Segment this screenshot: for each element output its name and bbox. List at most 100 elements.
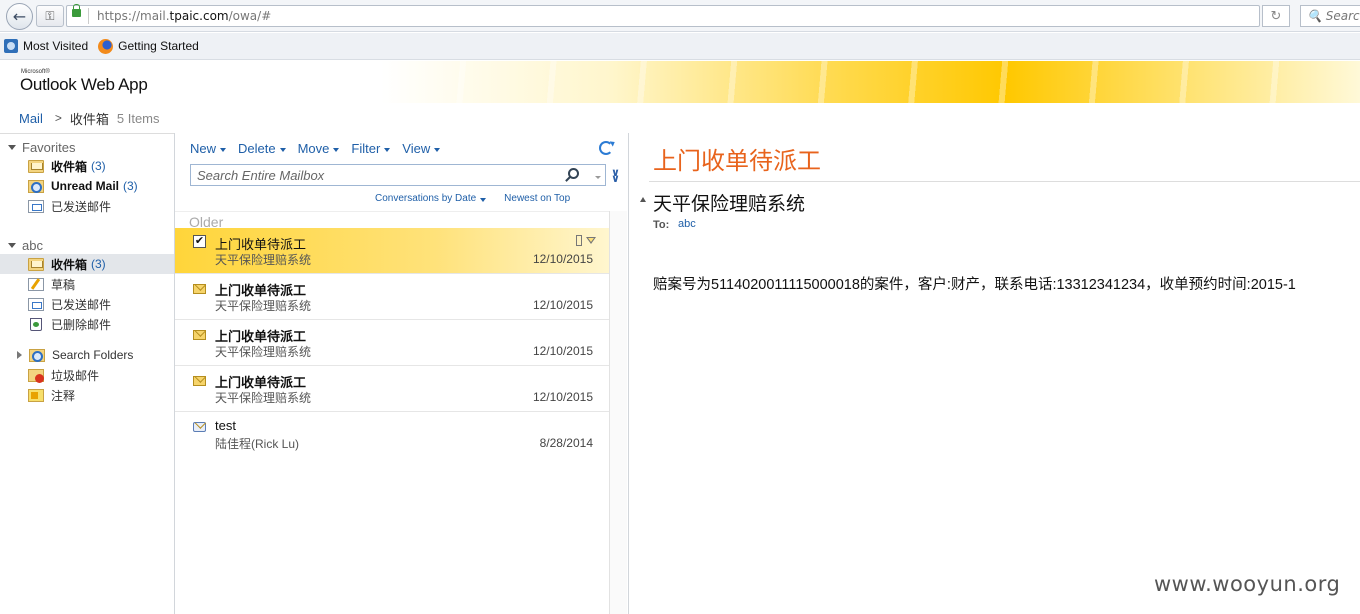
search-icon[interactable]	[568, 168, 579, 179]
message-list: Older ✔ 上门收单待派工 天平保险理赔系统 12/10/2015 上门收单…	[175, 211, 609, 614]
filter-button[interactable]: Filter	[351, 141, 391, 156]
favorite-sent[interactable]: 已发送邮件	[0, 196, 174, 216]
message-subject: test	[215, 418, 236, 433]
caret-down-icon	[480, 197, 487, 202]
move-button[interactable]: Move	[298, 141, 340, 156]
bookmark-most-visited[interactable]: Most Visited	[4, 39, 88, 53]
view-button[interactable]: View	[402, 141, 441, 156]
message-date: 8/28/2014	[539, 436, 593, 450]
unread-envelope-icon	[193, 330, 206, 340]
unread-envelope-icon	[193, 284, 206, 294]
sent-icon	[28, 199, 44, 213]
folder-notes[interactable]: 注释	[0, 385, 174, 405]
sort-bar: Conversations by Date Newest on Top	[375, 193, 582, 204]
list-scrollbar[interactable]	[609, 211, 627, 614]
folder-drafts[interactable]: 草稿	[0, 274, 174, 294]
expand-icon[interactable]	[17, 351, 22, 359]
message-date: 12/10/2015	[532, 344, 593, 358]
message-row[interactable]: 上门收单待派工 天平保险理赔系统 12/10/2015	[175, 366, 609, 412]
bookmarks-toolbar: Most Visited Getting Started	[0, 33, 1360, 60]
bookmark-getting-started[interactable]: Getting Started	[98, 38, 199, 54]
breadcrumb-folder: 收件箱	[69, 111, 109, 127]
url-text: https://mail.tpaic.com/owa/#	[97, 9, 272, 23]
collapse-header-icon[interactable]	[640, 197, 646, 202]
inbox-icon	[28, 257, 44, 271]
browser-search-input[interactable]: 🔍 Search	[1300, 5, 1360, 27]
address-bar[interactable]: https://mail.tpaic.com/owa/#	[66, 5, 1260, 27]
message-row[interactable]: ✔ 上门收单待派工 天平保险理赔系统 12/10/2015	[175, 228, 609, 274]
search-folder-icon	[29, 348, 45, 362]
checkbox-checked-icon[interactable]: ✔	[193, 235, 206, 248]
message-sender: 天平保险理赔系统	[215, 253, 312, 267]
url-separator	[88, 8, 89, 24]
other-folders: Search Folders 垃圾邮件 注释	[0, 345, 174, 405]
to-recipient[interactable]: abc	[678, 218, 696, 230]
message-from[interactable]: 天平保险理赔系统	[653, 189, 805, 216]
flag-icon[interactable]	[586, 237, 596, 244]
app-title: Outlook Web App	[20, 75, 148, 94]
refresh-icon[interactable]	[599, 141, 613, 155]
search-folder-icon	[28, 179, 44, 193]
new-button[interactable]: New	[190, 141, 227, 156]
account-header[interactable]: abc	[0, 236, 174, 254]
key-icon[interactable]: ⚿	[36, 5, 64, 27]
read-envelope-icon	[193, 422, 206, 432]
message-sender: 天平保险理赔系统	[215, 391, 312, 405]
sent-icon	[28, 297, 44, 311]
reload-icon[interactable]: ↻	[1262, 5, 1290, 27]
caret-down-icon	[384, 147, 391, 152]
sort-by-button[interactable]: Conversations by Date	[375, 193, 487, 204]
firefox-icon	[98, 38, 114, 54]
inbox-icon	[28, 159, 44, 173]
lock-icon	[72, 4, 81, 17]
folder-pane: Favorites 收件箱 (3) Unread Mail (3) 已发送邮件 ab…	[0, 133, 174, 614]
list-toolbar: New Delete Move Filter View	[190, 141, 452, 156]
message-row[interactable]: test 陆佳程(Rick Lu) 8/28/2014	[175, 412, 609, 458]
folder-inbox[interactable]: 收件箱 (3)	[0, 254, 174, 274]
trash-icon	[30, 317, 42, 331]
bookmark-icon	[4, 39, 18, 53]
message-title: 上门收单待派工	[653, 148, 821, 175]
notes-icon	[28, 388, 44, 402]
unread-envelope-icon	[193, 376, 206, 386]
chevron-right-icon: >	[54, 111, 62, 125]
message-row[interactable]: 上门收单待派工 天平保险理赔系统 12/10/2015	[175, 320, 609, 366]
category-icon[interactable]	[576, 235, 582, 246]
breadcrumb: Mail > 收件箱 5 Items	[0, 103, 1360, 133]
account-section: abc 收件箱 (3) 草稿 已发送邮件 已删除邮件	[0, 236, 174, 334]
favorite-unread-mail[interactable]: Unread Mail (3)	[0, 176, 174, 196]
back-arrow-icon[interactable]: ←	[6, 3, 33, 30]
breadcrumb-mail[interactable]: Mail	[19, 111, 43, 126]
caret-down-icon	[333, 147, 340, 152]
collapse-icon	[8, 144, 16, 150]
message-sender: 天平保险理赔系统	[215, 299, 312, 313]
folder-junk[interactable]: 垃圾邮件	[0, 365, 174, 385]
caret-down-icon	[279, 147, 286, 152]
browser-toolbar: ← ⚿ https://mail.tpaic.com/owa/# ↻ 🔍 Sea…	[0, 0, 1360, 32]
message-date: 12/10/2015	[532, 252, 593, 266]
caret-down-icon	[220, 147, 227, 152]
double-chevron-down-icon[interactable]: ∨ ∨	[611, 167, 620, 184]
collapse-icon	[8, 242, 16, 248]
favorites-section: Favorites 收件箱 (3) Unread Mail (3) 已发送邮件	[0, 138, 174, 216]
item-count: 5 Items	[116, 110, 160, 126]
favorite-inbox[interactable]: 收件箱 (3)	[0, 156, 174, 176]
delete-button[interactable]: Delete	[238, 141, 286, 156]
favorites-header[interactable]: Favorites	[0, 138, 174, 156]
watermark: www.wooyun.org	[1154, 572, 1341, 596]
message-row[interactable]: 上门收单待派工 天平保险理赔系统 12/10/2015	[175, 274, 609, 320]
message-date: 12/10/2015	[532, 298, 593, 312]
message-list-pane: New Delete Move Filter View Search Entir…	[174, 133, 628, 614]
drafts-icon	[28, 277, 44, 291]
owa-header: Microsoft® Outlook Web App	[0, 61, 1360, 103]
folder-deleted[interactable]: 已删除邮件	[0, 314, 174, 334]
sort-order-button[interactable]: Newest on Top	[504, 193, 570, 204]
message-body: 赔案号为5114020011115000018的案件，客户:财产，联系电话:13…	[653, 277, 1296, 293]
junk-icon	[28, 368, 44, 383]
search-options-icon[interactable]	[595, 176, 601, 179]
search-mailbox-input[interactable]: Search Entire Mailbox	[190, 164, 606, 186]
folder-sent[interactable]: 已发送邮件	[0, 294, 174, 314]
caret-down-icon	[434, 147, 441, 152]
folder-search-folders[interactable]: Search Folders	[0, 345, 174, 365]
message-date: 12/10/2015	[532, 390, 593, 404]
